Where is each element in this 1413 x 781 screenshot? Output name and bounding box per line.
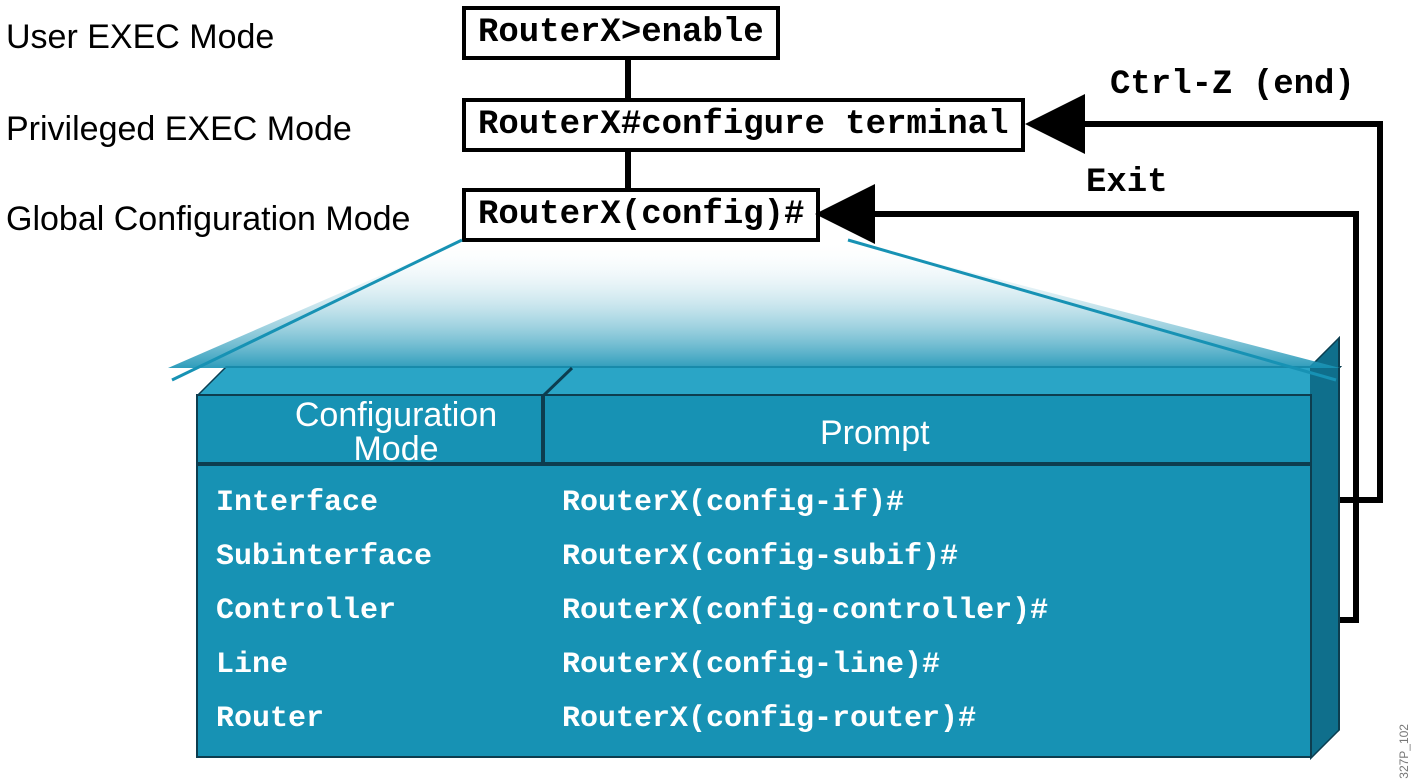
table-row: RouterX(config-if)# [562,486,904,520]
table-row: Subinterface [216,540,432,574]
table-row: RouterX(config-subif)# [562,540,958,574]
table-row: Router [216,702,324,736]
config-table-top-face [196,366,1342,396]
table-row: RouterX(config-router)# [562,702,976,736]
image-id: 327P_102 [1397,724,1411,779]
table-header-mode-line1: Configuration Mode [286,398,506,466]
priv-exec-cmd-box: RouterX#configure terminal [462,98,1025,152]
user-exec-cmd-box: RouterX>enable [462,6,780,60]
config-table-side-face [1310,336,1340,760]
exit-label: Exit [1086,164,1168,202]
global-config-mode-label: Global Configuration Mode [6,200,410,239]
privileged-exec-mode-label: Privileged EXEC Mode [6,110,352,149]
table-row: RouterX(config-line)# [562,648,940,682]
table-row: Interface [216,486,378,520]
table-row: Line [216,648,288,682]
global-cfg-cmd-box: RouterX(config)# [462,188,820,242]
table-header-mode: Configuration Mode [286,398,506,466]
table-header-prompt: Prompt [820,414,930,453]
table-header-row-sep [196,462,1312,466]
table-row: Controller [216,594,396,628]
ctrl-z-label: Ctrl-Z (end) [1110,66,1355,104]
table-row: RouterX(config-controller)# [562,594,1048,628]
table-header-col-sep [541,394,545,464]
user-exec-mode-label: User EXEC Mode [6,18,274,57]
